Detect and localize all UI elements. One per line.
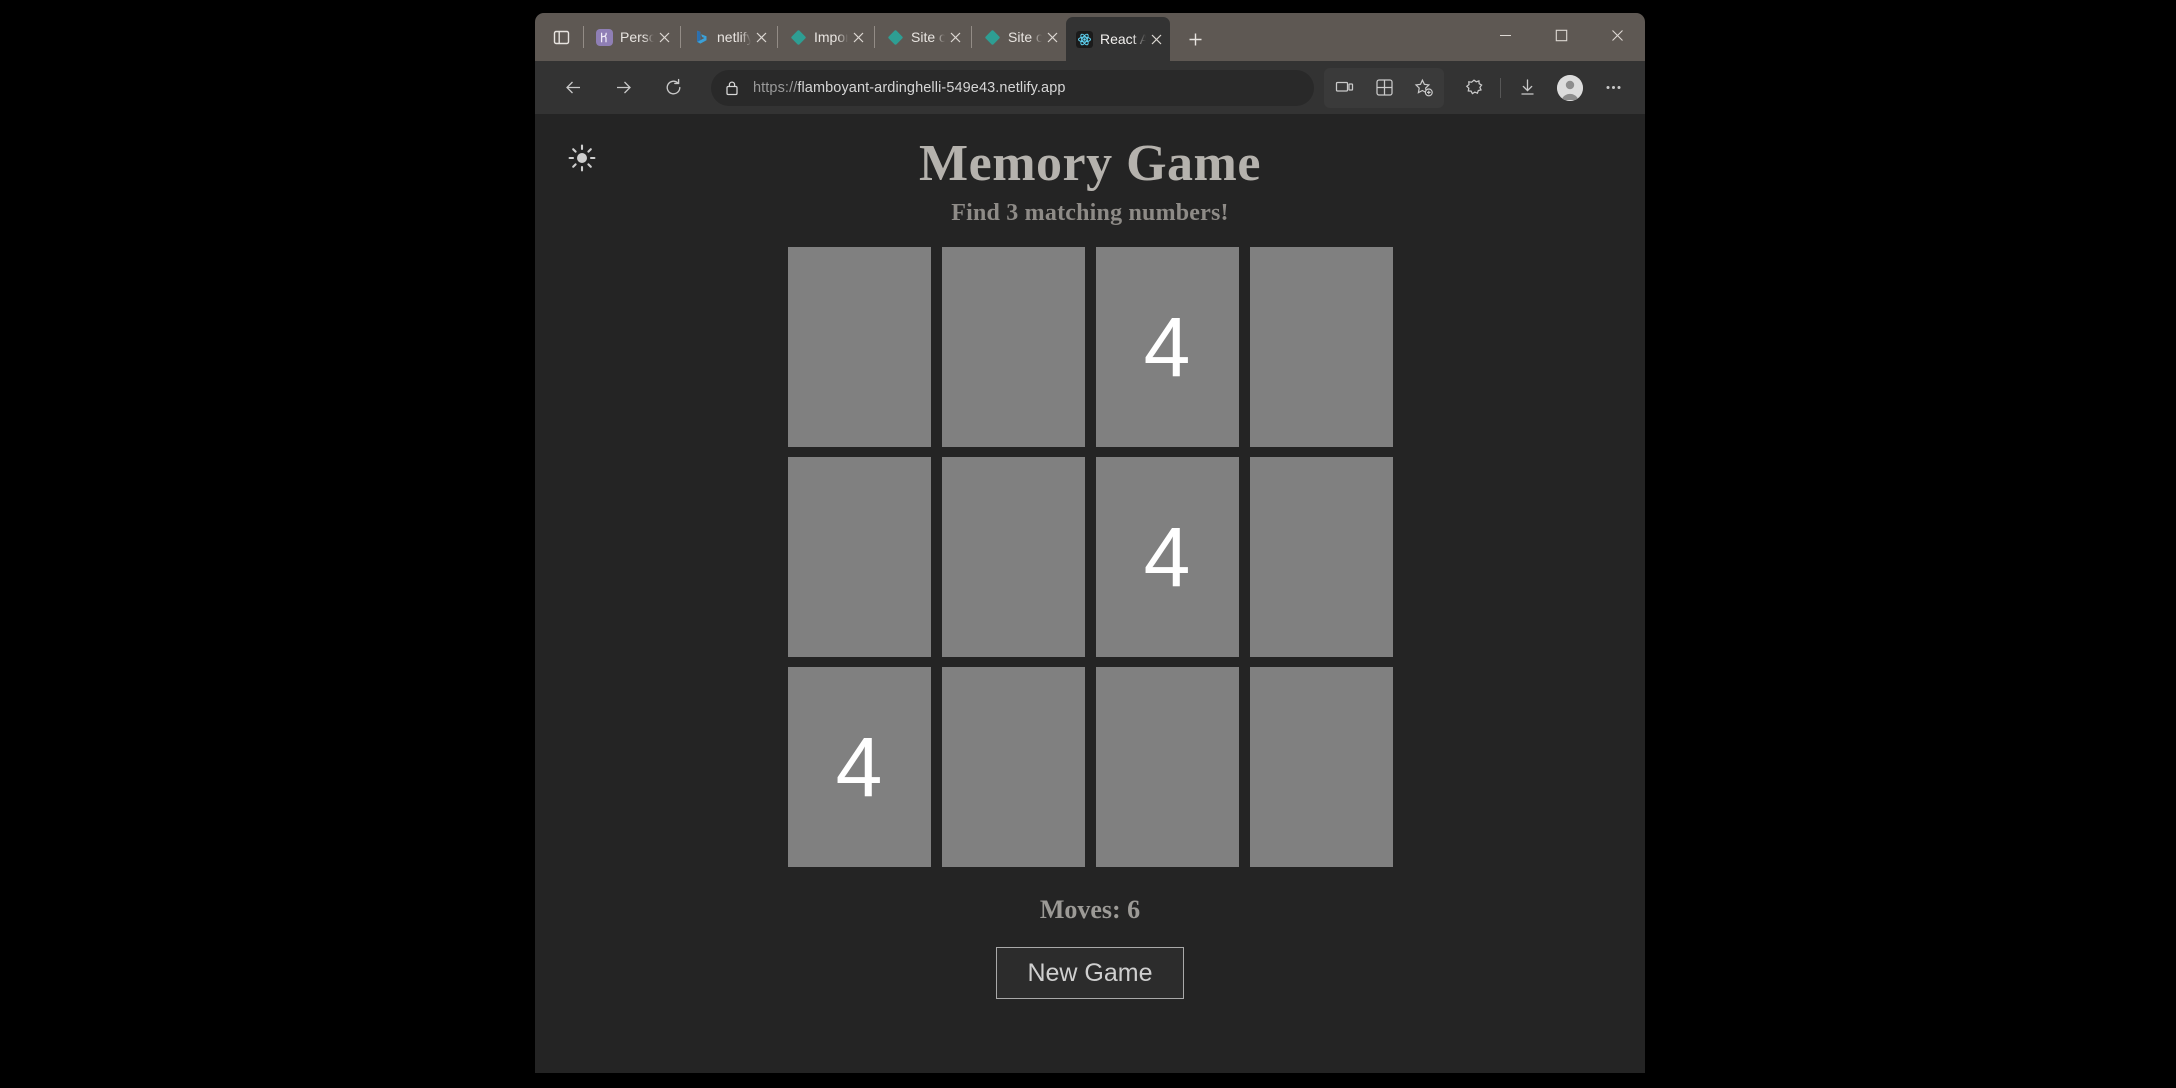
tab-separator: [971, 26, 972, 48]
add-favorite-icon[interactable]: [1404, 68, 1444, 108]
reload-icon[interactable]: [653, 68, 693, 108]
close-icon[interactable]: [848, 27, 868, 47]
downloads-icon[interactable]: [1507, 68, 1547, 108]
browser-tab-6-active[interactable]: React A: [1066, 17, 1170, 61]
tab-separator: [583, 26, 584, 48]
memory-card[interactable]: [1250, 247, 1393, 447]
memory-card[interactable]: [1250, 667, 1393, 867]
browser-tab-1[interactable]: Persona: [586, 17, 678, 57]
split-screen-icon[interactable]: [1324, 68, 1364, 108]
url-scheme: https://: [753, 80, 797, 96]
card-grid: 4 4 4: [788, 247, 1393, 867]
page-title: Memory Game: [919, 134, 1261, 194]
memory-card[interactable]: [1250, 457, 1393, 657]
maximize-button[interactable]: [1533, 13, 1589, 57]
browser-tab-2[interactable]: netlify -: [683, 17, 775, 57]
tab-title: Persona: [620, 28, 654, 46]
memory-card[interactable]: [788, 247, 931, 447]
browser-essentials-icon[interactable]: [1454, 68, 1494, 108]
browser-window: Persona netlify -: [535, 13, 1645, 1073]
memory-card-revealed[interactable]: 4: [788, 667, 931, 867]
url-text: https://flamboyant-ardinghelli-549e43.ne…: [753, 80, 1066, 96]
memory-card[interactable]: [942, 247, 1085, 447]
tab-separator: [680, 26, 681, 48]
sun-icon[interactable]: [560, 136, 604, 180]
memory-card[interactable]: [942, 667, 1085, 867]
tab-title: React A: [1100, 30, 1146, 48]
react-icon: [1076, 31, 1093, 48]
close-icon[interactable]: [1146, 29, 1166, 49]
memory-card[interactable]: [942, 457, 1085, 657]
window-controls: [1477, 13, 1645, 61]
diamond-icon: [984, 29, 1001, 46]
diamond-icon: [790, 29, 807, 46]
toolbar-action-group: [1324, 68, 1444, 108]
address-bar[interactable]: https://flamboyant-ardinghelli-549e43.ne…: [711, 70, 1314, 106]
browser-tab-4[interactable]: Site ove: [877, 17, 969, 57]
lock-icon: [725, 80, 739, 96]
tab-actions-icon[interactable]: [541, 17, 581, 57]
memory-card-revealed[interactable]: 4: [1096, 457, 1239, 657]
tab-separator: [874, 26, 875, 48]
close-icon[interactable]: [654, 27, 674, 47]
tab-title: netlify -: [717, 28, 751, 46]
tab-title: Import: [814, 28, 848, 46]
diamond-icon: [887, 29, 904, 46]
url-host: flamboyant-ardinghelli-549e43.netlify.ap…: [797, 80, 1065, 96]
browser-tab-3[interactable]: Import: [780, 17, 872, 57]
moves-counter: Moves: 6: [1040, 895, 1140, 925]
toolbar-divider: [1500, 78, 1501, 98]
tab-strip: Persona netlify -: [535, 13, 1645, 61]
tab-title: Site ove: [911, 28, 945, 46]
close-icon[interactable]: [751, 27, 771, 47]
close-window-button[interactable]: [1589, 13, 1645, 57]
arrow-left-icon[interactable]: [553, 68, 593, 108]
close-icon[interactable]: [945, 27, 965, 47]
close-icon[interactable]: [1042, 27, 1062, 47]
bing-icon: [693, 29, 710, 46]
tab-separator: [777, 26, 778, 48]
arrow-right-icon[interactable]: [603, 68, 643, 108]
tab-title: Site ove: [1008, 28, 1042, 46]
memory-card[interactable]: [788, 457, 931, 657]
minimize-button[interactable]: [1477, 13, 1533, 57]
settings-more-icon[interactable]: [1593, 68, 1633, 108]
heroku-icon: [596, 29, 613, 46]
browser-toolbar: https://flamboyant-ardinghelli-549e43.ne…: [535, 61, 1645, 114]
page-subtitle: Find 3 matching numbers!: [951, 200, 1229, 227]
page-viewport: Memory Game Find 3 matching numbers! 4 4…: [535, 114, 1645, 1073]
toolbar-actions: [1324, 68, 1633, 108]
new-tab-button[interactable]: [1178, 22, 1212, 56]
memory-game-app: Memory Game Find 3 matching numbers! 4 4…: [535, 114, 1645, 999]
browser-tab-5[interactable]: Site ove: [974, 17, 1066, 57]
collections-icon[interactable]: [1364, 68, 1404, 108]
profile-avatar[interactable]: [1557, 75, 1583, 101]
memory-card[interactable]: [1096, 667, 1239, 867]
new-game-button[interactable]: New Game: [996, 947, 1183, 999]
memory-card-revealed[interactable]: 4: [1096, 247, 1239, 447]
